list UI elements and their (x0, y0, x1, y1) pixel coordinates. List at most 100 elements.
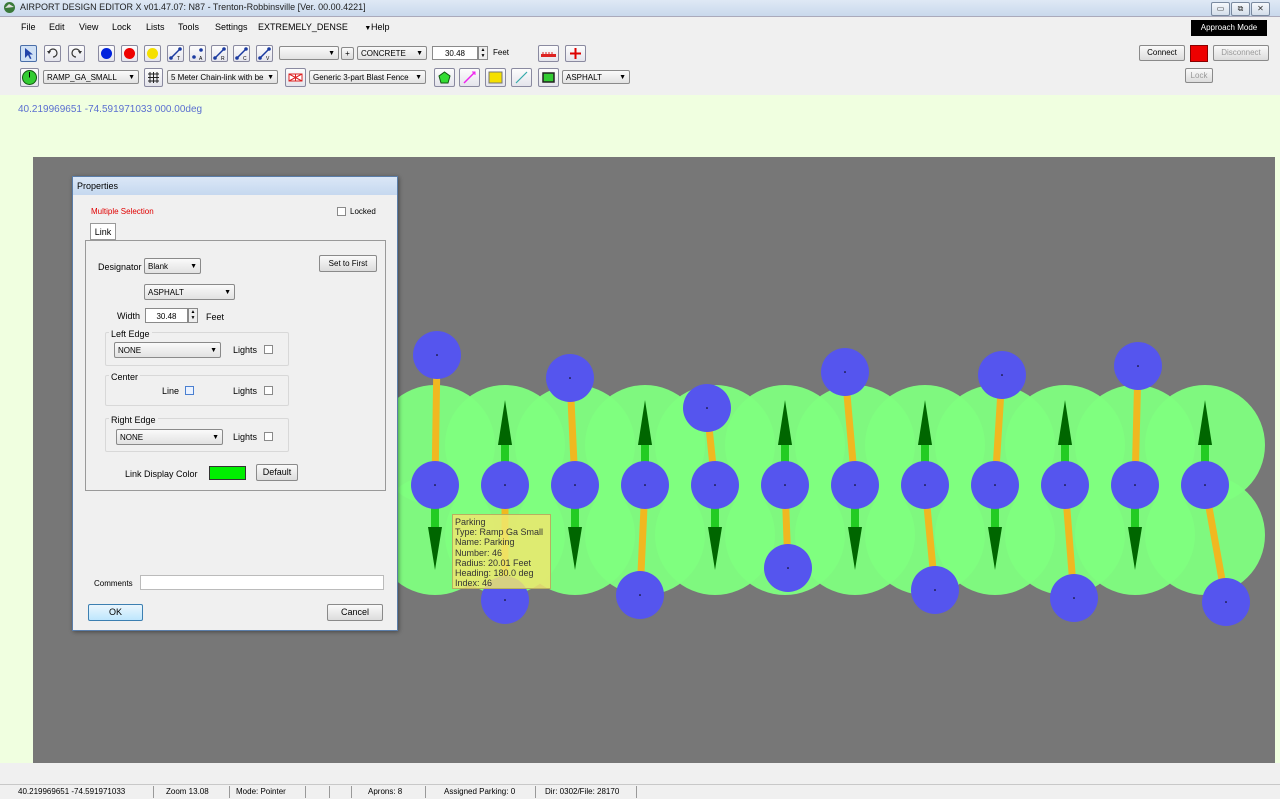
minimize-icon[interactable]: ▭ (1211, 2, 1230, 16)
fence-type-select[interactable]: 5 Meter Chain-link with be ▼ (167, 70, 278, 84)
blue-node-button[interactable] (98, 45, 115, 62)
restore-icon[interactable]: ⧉ (1231, 2, 1250, 16)
cancel-button[interactable]: Cancel (327, 604, 383, 621)
comments-input[interactable] (140, 575, 384, 590)
yellow-node-button[interactable] (144, 45, 161, 62)
tab-link[interactable]: Link (90, 223, 116, 240)
status-mode: Mode: Pointer (232, 786, 306, 798)
teal-line-icon (515, 71, 528, 84)
add-link-type-button[interactable]: + (341, 47, 354, 60)
menu-settings[interactable]: Settings (215, 22, 248, 32)
fence-tool-button[interactable] (144, 68, 163, 87)
redo-button[interactable] (68, 45, 85, 62)
svg-text:V: V (266, 56, 270, 61)
node-center-dot (706, 407, 708, 409)
width-input[interactable]: 30.48 (432, 46, 478, 60)
ramp-type-select[interactable]: RAMP_GA_SMALL ▼ (43, 70, 139, 84)
node-center-dot (1073, 597, 1075, 599)
status-assigned-parking: Assigned Parking: 0 (440, 786, 536, 798)
right-edge-lights-checkbox[interactable] (264, 432, 273, 441)
left-edge-select[interactable]: NONE ▼ (114, 342, 221, 358)
link-runway-button[interactable]: R (211, 45, 228, 62)
lock-button[interactable]: Lock (1185, 68, 1213, 83)
link-display-color-label: Link Display Color (125, 469, 198, 479)
left-edge-lights-label: Lights (233, 345, 258, 355)
blast-fence-tool-button[interactable] (285, 68, 306, 87)
title-bar: AIRPORT DESIGN EDITOR X v01.47.07: N87 -… (0, 0, 1280, 17)
surface-select[interactable]: ASPHALT ▼ (144, 284, 235, 300)
close-icon[interactable]: ✕ (1251, 2, 1270, 16)
link-t-icon: T (169, 47, 182, 62)
locked-checkbox[interactable] (337, 207, 346, 216)
width-input[interactable]: 30.48 (145, 308, 188, 323)
right-edge-label: Right Edge (109, 415, 158, 425)
link-apron-button[interactable]: A (189, 45, 206, 62)
disconnect-button[interactable]: Disconnect (1213, 45, 1269, 61)
blast-fence-select[interactable]: Generic 3-part Blast Fence ▼ (309, 70, 426, 84)
blast-fence-icon (288, 73, 303, 82)
node-center-dot (994, 484, 996, 486)
menu-help[interactable]: Help (371, 22, 390, 32)
surface-area-button[interactable] (538, 68, 559, 87)
approach-mode-button[interactable]: Approach Mode (1191, 20, 1267, 36)
surface-select[interactable]: CONCRETE ▼ (357, 46, 427, 60)
link-type-select[interactable]: ▼ (279, 46, 339, 60)
density-select[interactable]: EXTREMELY_DENSE ▼ (258, 22, 371, 32)
chevron-down-icon: ▼ (128, 74, 135, 81)
width-spinner[interactable]: ▲ ▼ (478, 46, 488, 60)
node-center-dot (569, 377, 571, 379)
line-magenta-button[interactable] (459, 68, 480, 87)
svg-text:R: R (221, 56, 225, 61)
set-to-first-button[interactable]: Set to First (319, 255, 377, 272)
designator-select[interactable]: Blank ▼ (144, 258, 201, 274)
polygon-tool-button[interactable] (434, 68, 455, 87)
link-display-color-swatch[interactable] (209, 466, 246, 480)
chevron-down-icon: ▼ (212, 434, 219, 441)
undo-button[interactable] (44, 45, 61, 62)
app-icon (3, 1, 16, 14)
status-zoom: Zoom 13.08 (162, 786, 230, 798)
menu-lock[interactable]: Lock (112, 22, 131, 32)
clock-green-icon (22, 70, 37, 85)
pointer-icon (25, 48, 33, 59)
menu-lists[interactable]: Lists (146, 22, 165, 32)
pentagon-icon (438, 71, 451, 84)
menu-view[interactable]: View (79, 22, 98, 32)
paint-surface-select[interactable]: ASPHALT ▼ (562, 70, 630, 84)
link-v-button[interactable]: V (256, 45, 273, 62)
left-edge-label: Left Edge (109, 329, 152, 339)
menu-tools[interactable]: Tools (178, 22, 199, 32)
center-line-checkbox[interactable] (185, 386, 194, 395)
comments-label: Comments (94, 579, 133, 588)
menu-file[interactable]: File (21, 22, 36, 32)
node-center-dot (934, 589, 936, 591)
ramp-tool-button[interactable] (20, 68, 39, 87)
node-center-dot (924, 484, 926, 486)
add-marker-button[interactable] (565, 45, 586, 62)
line-teal-button[interactable] (511, 68, 532, 87)
link-taxi-button[interactable]: T (167, 45, 184, 62)
center-lights-checkbox[interactable] (264, 386, 273, 395)
center-label: Center (109, 372, 141, 382)
left-edge-lights-checkbox[interactable] (264, 345, 273, 354)
properties-dialog[interactable]: Properties Multiple Selection Locked Lin… (72, 176, 398, 631)
node-center-dot (1134, 484, 1136, 486)
status-bar: 40.219969651 -74.591971033 Zoom 13.08 Mo… (0, 784, 1280, 799)
connect-button[interactable]: Connect (1139, 45, 1185, 61)
ruler-button[interactable] (538, 45, 559, 62)
node-center-dot (436, 354, 438, 356)
density-value: EXTREMELY_DENSE (258, 22, 348, 32)
width-spinner[interactable]: ▲ ▼ (188, 308, 198, 323)
link-c-button[interactable]: C (233, 45, 250, 62)
right-edge-select[interactable]: NONE ▼ (116, 429, 223, 445)
svg-text:C: C (243, 56, 247, 61)
ok-button[interactable]: OK (88, 604, 143, 621)
menu-edit[interactable]: Edit (49, 22, 65, 32)
default-color-button[interactable]: Default (256, 464, 298, 481)
pointer-tool-button[interactable] (20, 45, 37, 62)
undo-icon (47, 48, 58, 58)
yellow-area-button[interactable] (485, 68, 506, 87)
cursor-coordinates: 40.219969651 -74.591971033 000.00deg (18, 104, 203, 115)
red-node-button[interactable] (121, 45, 138, 62)
surface-area-icon (542, 72, 555, 83)
